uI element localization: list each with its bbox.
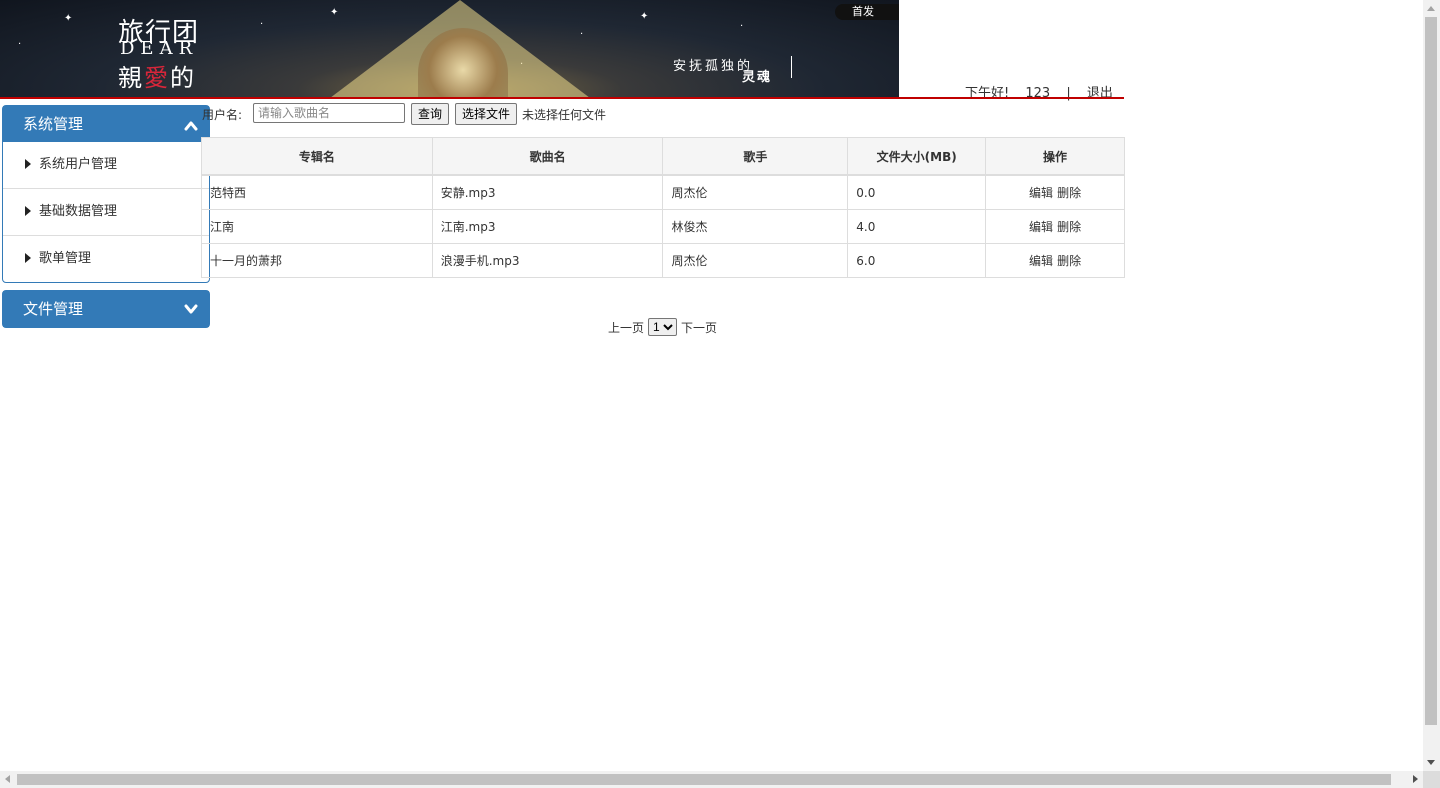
banner-slogan-line1: 安抚孤独的 [673,59,754,74]
table-row: 十一月的萧邦 浪漫手机.mp3 周杰伦 6.0 编辑 删除 [201,243,1125,278]
banner-title-line3: 親愛的 [118,58,196,93]
edit-link[interactable]: 编辑 [1029,220,1053,234]
header-divider [0,97,1124,99]
next-page-link[interactable]: 下一页 [681,319,717,336]
vertical-scroll-thumb[interactable] [1425,17,1437,725]
chevron-up-icon [184,121,198,131]
delete-link[interactable]: 删除 [1057,186,1081,200]
edit-link[interactable]: 编辑 [1029,186,1053,200]
horizontal-scroll-thumb[interactable] [17,774,1391,785]
column-header-size: 文件大小(MB) [847,137,987,176]
cell-song: 江南.mp3 [431,209,664,244]
caret-right-icon [25,159,31,169]
sidebar-item-system-users[interactable]: 系统用户管理 [3,142,209,189]
scroll-left-arrow-icon[interactable] [5,775,10,783]
scroll-up-arrow-icon[interactable] [1427,6,1435,11]
banner-title-char: 親 [118,64,144,92]
header-banner: ✦ · · ✦ · ✦ · · 旅行团 DEAR 親愛的 安抚孤独的 灵魂 首发 [0,0,899,98]
horizontal-scrollbar[interactable] [0,771,1423,788]
cell-actions: 编辑 删除 [985,209,1125,244]
sidebar-item-base-data[interactable]: 基础数据管理 [3,189,209,236]
column-header-actions: 操作 [985,137,1125,176]
sidebar-panel-system: 系统管理 系统用户管理 基础数据管理 歌单管理 [2,105,210,283]
panel-title: 文件管理 [23,300,84,318]
table-header-row: 专辑名 歌曲名 歌手 文件大小(MB) 操作 [201,137,1125,176]
chevron-down-icon [184,304,198,314]
table-row: 江南 江南.mp3 林俊杰 4.0 编辑 删除 [201,209,1125,244]
edit-link[interactable]: 编辑 [1029,254,1053,268]
sidebar-item-label: 系统用户管理 [39,157,118,172]
caret-right-icon [25,206,31,216]
cell-song: 浪漫手机.mp3 [431,243,664,278]
banner-divider [791,56,792,78]
cell-album: 江南 [201,209,433,244]
table-row: 范特西 安静.mp3 周杰伦 0.0 编辑 删除 [201,174,1125,210]
scroll-down-arrow-icon[interactable] [1427,760,1435,765]
banner-slogan-line2: 灵魂 [742,70,773,85]
panel-body-system: 系统用户管理 基础数据管理 歌单管理 [3,142,209,282]
star-decoration: · [18,39,22,50]
cell-size: 6.0 [847,243,987,278]
caret-right-icon [25,253,31,263]
search-label: 用户名: [202,108,243,122]
cell-singer: 周杰伦 [662,174,849,210]
delete-link[interactable]: 删除 [1057,220,1081,234]
column-header-singer: 歌手 [662,137,849,176]
sidebar-panel-files: 文件管理 [2,290,210,328]
delete-link[interactable]: 删除 [1057,254,1081,268]
banner-badge: 首发 [835,4,899,20]
page-select[interactable]: 1 [648,318,678,336]
star-decoration: ✦ [640,11,649,22]
star-decoration: · [740,21,744,32]
cell-singer: 林俊杰 [662,209,849,244]
scrollbar-corner [1423,771,1440,788]
panel-title: 系统管理 [23,115,84,133]
panel-header-system[interactable]: 系统管理 [3,106,209,142]
cell-song: 安静.mp3 [431,174,664,210]
query-button[interactable]: 查询 [411,103,450,125]
banner-title-line2: DEAR [120,38,199,59]
banner-title-char: 的 [170,64,196,92]
cell-album: 范特西 [201,174,433,210]
pagination: 上一页 1 下一页 [608,318,717,336]
songs-table: 专辑名 歌曲名 歌手 文件大小(MB) 操作 范特西 安静.mp3 周杰伦 0.… [201,137,1125,278]
song-search-input[interactable] [253,103,405,123]
star-decoration: ✦ [64,13,73,24]
cell-size: 0.0 [847,174,987,210]
star-decoration: · [260,19,264,30]
column-header-album: 专辑名 [201,137,433,176]
panel-header-files[interactable]: 文件管理 [3,291,209,327]
scroll-right-arrow-icon[interactable] [1413,775,1418,783]
cell-actions: 编辑 删除 [985,243,1125,278]
vertical-scrollbar[interactable] [1423,0,1440,771]
cell-album: 十一月的萧邦 [201,243,433,278]
sidebar-item-label: 歌单管理 [39,251,92,266]
no-file-chosen-text: 未选择任何文件 [522,108,607,122]
prev-page-link[interactable]: 上一页 [608,319,644,336]
cell-singer: 周杰伦 [662,243,849,278]
sidebar-item-playlists[interactable]: 歌单管理 [3,236,209,282]
cell-size: 4.0 [847,209,987,244]
cell-actions: 编辑 删除 [985,174,1125,210]
choose-file-button[interactable]: 选择文件 [455,103,518,125]
sidebar-item-label: 基础数据管理 [39,204,118,219]
banner-title-char-red: 愛 [144,64,170,92]
column-header-song: 歌曲名 [431,137,664,176]
